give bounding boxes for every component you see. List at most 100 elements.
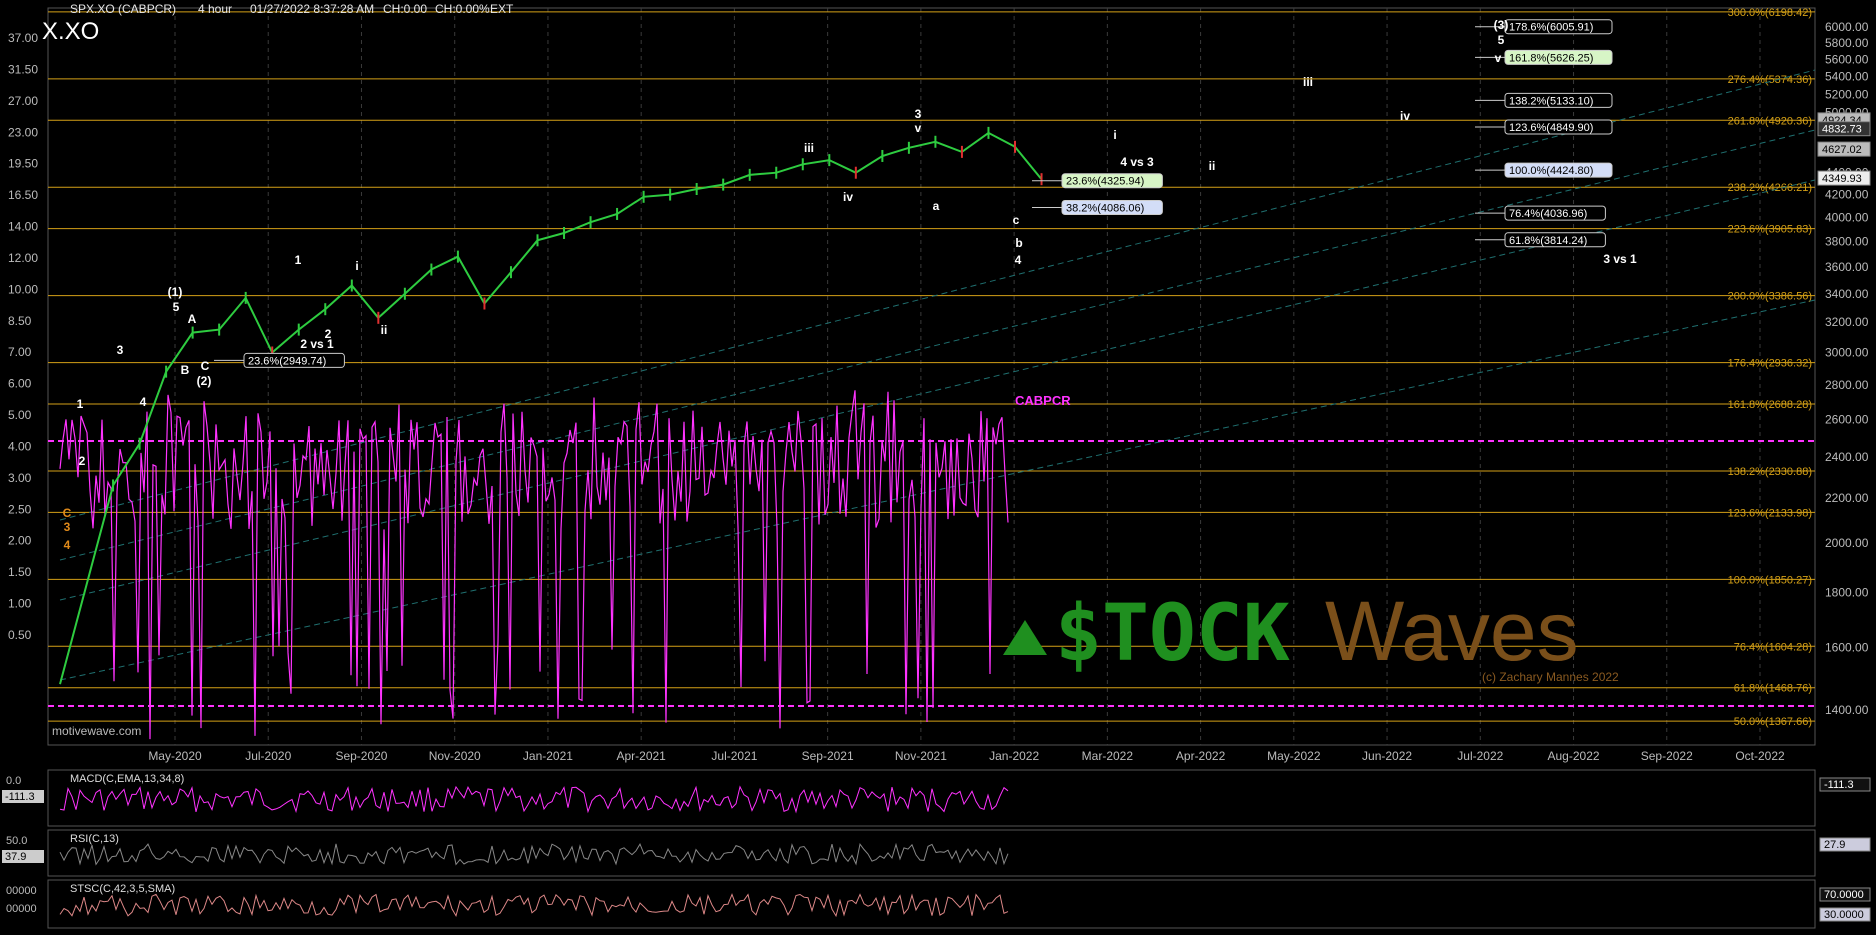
wave-label: iv (843, 190, 853, 204)
panel-right-badge: 70.0000 (1824, 889, 1864, 901)
panel-title: MACD(C,EMA,13,34,8) (70, 773, 184, 785)
x-tick-label: Aug-2022 (1548, 749, 1600, 763)
panel-right-badge: 30.0000 (1824, 909, 1864, 921)
oscillator-line (59, 893, 1009, 918)
wave-label: a (933, 199, 940, 213)
target-box-label: 178.6%(6005.91) (1509, 22, 1593, 34)
cabpcr-series-line (59, 390, 1009, 740)
trend-channel-line (59, 69, 1816, 521)
left-axis-tick: 16.50 (8, 188, 38, 202)
wave-label: 4 (140, 395, 147, 409)
fib-level-label: 123.6%(2133.98) (1728, 507, 1812, 519)
left-axis-tick: 4.00 (8, 439, 32, 453)
right-axis-tick: 2000.00 (1825, 536, 1869, 550)
right-axis-tick: 5800.00 (1825, 36, 1869, 50)
left-axis-tick: 0.50 (8, 628, 32, 642)
right-axis-tick: 1800.00 (1825, 585, 1869, 599)
wave-label: 1 (77, 397, 84, 411)
wave-label: iv (1400, 109, 1410, 123)
x-tick-label: Jan-2022 (989, 749, 1039, 763)
wave-label: iii (1303, 75, 1313, 89)
wave-label: 5 (1498, 33, 1505, 47)
x-tick-label: Sep-2022 (1641, 749, 1693, 763)
fib-level-label: 238.2%(4266.21) (1728, 182, 1812, 194)
x-tick-label: Jul-2020 (245, 749, 291, 763)
left-axis-tick: 37.00 (8, 31, 38, 45)
logo-brand-right: Waves (1325, 584, 1579, 678)
wave-label: C (63, 506, 72, 520)
x-tick-label: Sep-2020 (335, 749, 387, 763)
wave-label: 3 (915, 107, 922, 121)
wave-label: B (181, 363, 190, 377)
fib-level-label: 138.2%(2330.88) (1728, 466, 1812, 478)
left-axis-tick: 5.00 (8, 408, 32, 422)
x-tick-label: Jul-2021 (711, 749, 757, 763)
left-axis-tick: 14.00 (8, 220, 38, 234)
wave-label: 4 vs 3 (1120, 155, 1154, 169)
x-tick-label: Nov-2021 (895, 749, 947, 763)
target-box-label: 138.2%(5133.10) (1509, 95, 1593, 107)
target-box-label: 38.2%(4086.06) (1066, 202, 1144, 214)
fib-level-label: 176.4%(2936.32) (1728, 358, 1812, 370)
fib-level-label: 100.0%(1850.27) (1728, 574, 1812, 586)
platform-credit: motivewave.com (52, 724, 142, 738)
left-axis-tick: 7.00 (8, 345, 32, 359)
wave-label: ii (1209, 159, 1216, 173)
wave-label: 3 vs 1 (1603, 252, 1637, 266)
wave-label: (3) (1494, 18, 1509, 32)
fib-level-label: 300.0%(6198.42) (1728, 7, 1812, 19)
wave-label: 5 (173, 300, 180, 314)
panel-title: STSC(C,42,3,5,SMA) (70, 883, 175, 895)
wave-label: i (355, 259, 358, 273)
right-axis-tick: 1400.00 (1825, 703, 1869, 717)
wave-label: 4 (1015, 253, 1022, 267)
fib-level-label: 200.0%(3386.56) (1728, 291, 1812, 303)
right-axis-tick: 3400.00 (1825, 287, 1869, 301)
fib-level-label: 276.4%(5374.36) (1728, 74, 1812, 86)
logo-triangle-icon (1003, 620, 1047, 655)
right-axis-tick: 2800.00 (1825, 378, 1869, 392)
wave-label: (2) (197, 374, 212, 388)
left-axis-tick: 1.00 (8, 597, 32, 611)
panel-left-badge: -111.3 (5, 791, 35, 803)
right-axis-tick: 3600.00 (1825, 260, 1869, 274)
x-tick-label: Mar-2022 (1082, 749, 1134, 763)
right-axis-tick: 5400.00 (1825, 70, 1869, 84)
panel-right-badge: 27.9 (1824, 839, 1845, 851)
right-axis-tick: 6000.00 (1825, 20, 1869, 34)
change-label: CH:0.00 (383, 2, 428, 16)
interval-label: 4 hour (198, 2, 233, 16)
right-axis-tick: 3200.00 (1825, 315, 1869, 329)
left-axis-tick: 31.50 (8, 62, 38, 76)
session-label: EXT (490, 2, 514, 16)
wave-label: 3 (117, 343, 124, 357)
panel-left-tick: 50.0 (6, 835, 27, 847)
wave-label: v (915, 121, 922, 135)
x-tick-label: Oct-2022 (1735, 749, 1785, 763)
target-box-label: 61.8%(3814.24) (1509, 235, 1587, 247)
panel-title: RSI(C,13) (70, 833, 119, 845)
wave-label: i (1113, 128, 1116, 142)
left-axis-tick: 10.00 (8, 282, 38, 296)
x-tick-label: Nov-2020 (429, 749, 481, 763)
right-axis-tick: 2200.00 (1825, 491, 1869, 505)
panel-left-tick: 00000 (6, 903, 37, 915)
fib-level-label: 50.0%(1367.66) (1734, 716, 1812, 728)
panel-left-tick: 00000 (6, 885, 37, 897)
wave-label: b (1015, 236, 1022, 250)
wave-label: v (1495, 51, 1502, 65)
wave-label: c (1013, 213, 1020, 227)
panel-left-tick: 0.0 (6, 775, 21, 787)
right-axis-tick: 2400.00 (1825, 450, 1869, 464)
left-axis-tick: 23.00 (8, 125, 38, 139)
x-tick-label: May-2022 (1267, 749, 1321, 763)
left-axis-tick: 1.50 (8, 565, 32, 579)
left-axis-tick: 8.50 (8, 314, 32, 328)
wave-label: A (188, 312, 197, 326)
fib-level-label: 223.6%(3905.83) (1728, 224, 1812, 236)
main-chart-svg[interactable]: May-2020 Jul-2020 Sep-2020 Nov-2020 Jan-2021… (0, 0, 1876, 930)
panel-right-badge: -111.3 (1824, 779, 1854, 791)
left-axis-tick: 2.50 (8, 502, 32, 516)
oscillator-line (59, 785, 1009, 814)
right-axis-tick: 3000.00 (1825, 345, 1869, 359)
